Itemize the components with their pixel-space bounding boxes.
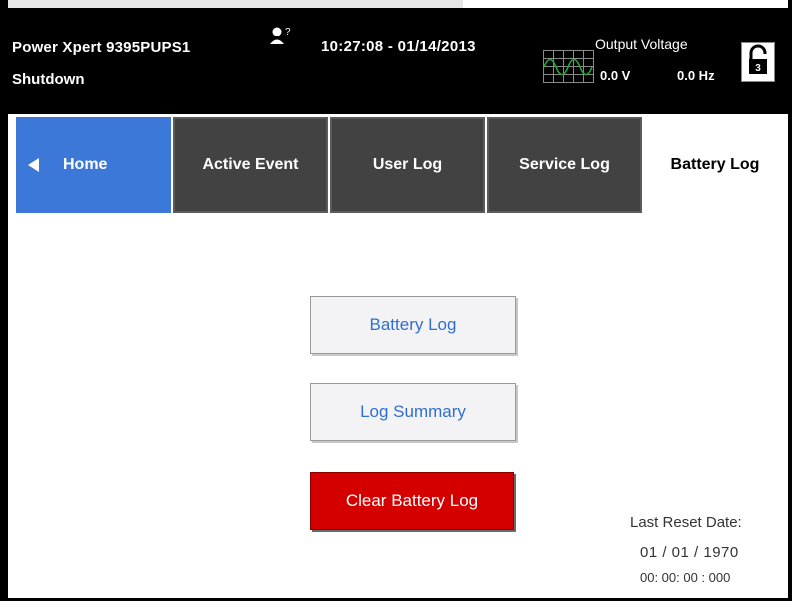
waveform-scope-icon[interactable] xyxy=(543,50,603,86)
frame-left-border xyxy=(0,0,8,601)
battery-log-button[interactable]: Battery Log xyxy=(310,296,516,354)
clear-battery-log-button[interactable]: Clear Battery Log xyxy=(310,472,514,530)
tab-active-event[interactable]: Active Event xyxy=(173,117,328,213)
log-summary-button[interactable]: Log Summary xyxy=(310,383,516,441)
clear-battery-log-button-label: Clear Battery Log xyxy=(345,491,479,510)
last-reset-label: Last Reset Date: xyxy=(630,514,742,531)
user-question-icon[interactable]: ? xyxy=(270,26,294,46)
status-header: Power Xpert 9395PUPS1 Shutdown ? 10:27:0… xyxy=(8,8,788,114)
frame-right-border xyxy=(788,0,792,601)
user-badge-text: ? xyxy=(285,27,291,38)
left-arrow-icon xyxy=(28,158,39,172)
datetime: 10:27:08 - 01/14/2013 xyxy=(321,38,476,55)
tab-user-log-label: User Log xyxy=(372,156,443,173)
log-summary-button-label: Log Summary xyxy=(360,402,466,421)
output-voltage-label: Output Voltage xyxy=(595,36,688,52)
output-voltage-value: 0.0 V xyxy=(600,68,631,83)
tab-battery-log[interactable]: Battery Log xyxy=(644,117,786,213)
tab-service-log-label: Service Log xyxy=(519,156,610,173)
last-reset-date: 01 / 01 / 1970 xyxy=(640,544,739,561)
output-frequency-value: 0.0 Hz xyxy=(677,68,715,83)
last-reset-time: 00: 00: 00 : 000 xyxy=(640,570,731,585)
system-status: Shutdown xyxy=(12,71,85,88)
tab-home-label: Home xyxy=(63,156,108,173)
unlocked-padlock-icon: 3 xyxy=(749,44,767,74)
device-name: Power Xpert 9395PUPS1 xyxy=(12,39,191,56)
tab-service-log[interactable]: Service Log xyxy=(487,117,642,213)
tab-battery-log-label: Battery Log xyxy=(670,156,760,173)
tab-active-event-label: Active Event xyxy=(202,156,299,173)
tab-user-log[interactable]: User Log xyxy=(330,117,485,213)
lock-level-text: 3 xyxy=(755,63,761,74)
tab-home[interactable]: Home xyxy=(16,117,171,213)
top-strip xyxy=(8,0,463,8)
battery-log-button-label: Battery Log xyxy=(369,315,457,334)
lock-button[interactable]: 3 xyxy=(741,42,775,82)
